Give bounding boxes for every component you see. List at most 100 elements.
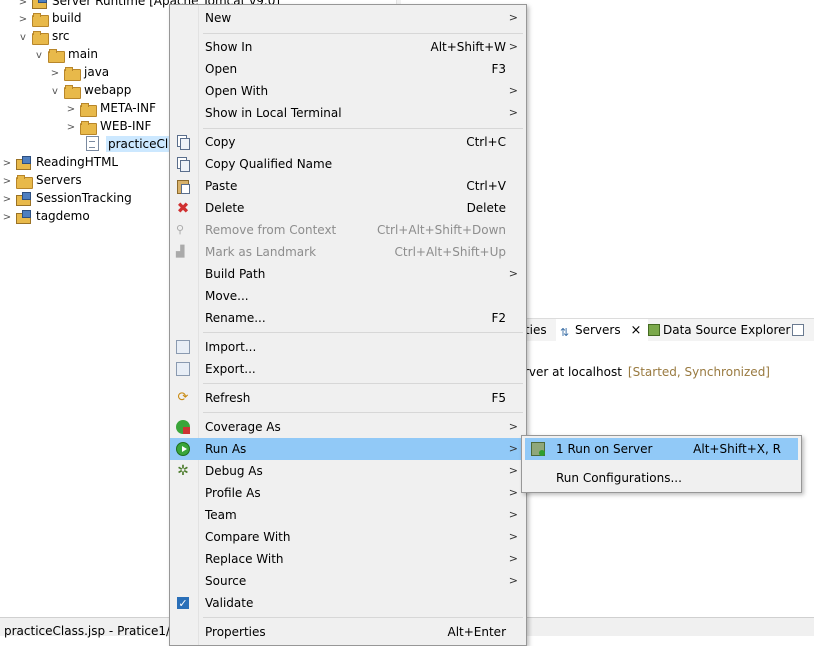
menu-item-shortcut: F3 [491,62,506,76]
server-entry[interactable]: rver at localhost [Started, Synchronized] [524,362,770,382]
menu-item-open[interactable]: Open F3 [170,58,526,80]
remove-from-context-icon: ⚲ [176,223,185,236]
menu-item-mark-as-landmark: ▟ Mark as Landmark Ctrl+Alt+Shift+Up [170,241,526,263]
tree-item-build[interactable]: > build [18,9,82,27]
snippets-icon [792,324,804,336]
chevron-right-icon: > [508,420,518,433]
menu-item-label: Run Configurations... [556,471,682,485]
menu-item-rename[interactable]: Rename... F2 [170,307,526,329]
menu-item-source[interactable]: Source > [170,570,526,592]
tab-label: Data Source Explorer [663,323,791,337]
tree-item-label: Servers [36,173,82,187]
menu-item-build-path[interactable]: Build Path > [170,263,526,285]
tree-item-web-inf[interactable]: > WEB-INF [66,117,151,135]
menu-item-label: Coverage As [205,420,281,434]
run-on-server-icon [531,442,545,456]
menu-item-label: Rename... [205,311,266,325]
chevron-right-icon[interactable]: > [2,209,12,227]
folder-icon [16,174,33,189]
menu-item-copy-qualified-name[interactable]: Copy Qualified Name [170,153,526,175]
tree-item-tagdemo[interactable]: > tagdemo [2,207,90,225]
close-icon[interactable]: × [630,323,641,338]
refresh-icon: ⟳ [177,390,189,405]
menu-item-label: Properties [205,625,266,639]
menu-item-label: Team [205,508,237,522]
menu-item-shortcut: Ctrl+V [466,179,506,193]
tree-item-src[interactable]: v src [18,27,70,45]
menu-separator [203,33,523,34]
tab-servers[interactable]: ⇅ Servers × [556,319,648,341]
menu-item-label: Run As [205,442,247,456]
chevron-right-icon: > [508,11,518,24]
menu-item-replace-with[interactable]: Replace With > [170,548,526,570]
tab-snippets[interactable] [792,319,810,341]
menu-item-paste[interactable]: Paste Ctrl+V [170,175,526,197]
chevron-down-icon[interactable]: v [34,47,44,65]
menu-item-coverage-as[interactable]: Coverage As > [170,416,526,438]
folder-open-icon [48,48,65,63]
menu-item-shortcut: Delete [466,201,506,215]
menu-item-label: Compare With [205,530,291,544]
tree-item-meta-inf[interactable]: > META-INF [66,99,156,117]
project-icon [16,192,32,206]
tree-item-servers[interactable]: > Servers [2,171,82,189]
menu-item-new[interactable]: New > [170,7,526,29]
chevron-right-icon: > [508,442,518,455]
menu-item-import[interactable]: Import... [170,336,526,358]
menu-item-run-configurations[interactable]: Run Configurations... [522,467,801,489]
menu-item-label: Validate [205,596,254,610]
folder-open-icon [64,84,81,99]
menu-item-label: Paste [205,179,238,193]
menu-item-move[interactable]: Move... [170,285,526,307]
tree-item-label: src [52,29,70,43]
menu-item-run-as[interactable]: Run As > [170,438,526,460]
servers-icon: ⇅ [560,326,570,339]
menu-item-export[interactable]: Export... [170,358,526,380]
menu-item-label: Move... [205,289,249,303]
coverage-icon [176,420,190,434]
menu-item-debug-as[interactable]: ✲ Debug As > [170,460,526,482]
menu-item-label: Debug As [205,464,263,478]
tree-item-label: ReadingHTML [36,155,119,169]
menu-item-shortcut: Alt+Enter [447,625,506,639]
menu-separator [203,412,523,413]
menu-item-show-in[interactable]: Show In Alt+Shift+W > [170,36,526,58]
chevron-right-icon: > [508,486,518,499]
tree-item-readinghtml[interactable]: > ReadingHTML [2,153,118,171]
chevron-down-icon[interactable]: v [18,29,28,47]
menu-item-label: Show in Local Terminal [205,106,342,120]
menu-item-properties[interactable]: Properties Alt+Enter [170,621,526,643]
menu-item-label: Open [205,62,238,76]
menu-item-open-with[interactable]: Open With > [170,80,526,102]
menu-item-run-on-server[interactable]: 1 Run on Server Alt+Shift+X, R [525,438,798,460]
project-icon [16,156,32,170]
tree-item-webapp[interactable]: v webapp [50,81,131,99]
menu-item-label: Open With [205,84,269,98]
menu-item-shortcut: Ctrl+Alt+Shift+Up [394,245,506,259]
folder-icon [64,66,81,81]
menu-item-copy[interactable]: Copy Ctrl+C [170,131,526,153]
copy-icon [176,135,190,150]
menu-item-shortcut: Alt+Shift+W [430,40,507,54]
paste-icon [176,179,190,194]
tree-item-main[interactable]: v main [34,45,98,63]
tab-data-source-explorer[interactable]: Data Source Explorer [648,319,798,341]
landmark-icon: ▟ [176,245,185,258]
menu-item-delete[interactable]: ✖ Delete Delete [170,197,526,219]
tree-item-sessiontracking[interactable]: > SessionTracking [2,189,132,207]
menu-item-shortcut: Ctrl+C [466,135,506,149]
menu-item-label: Source [205,574,247,588]
menu-item-team[interactable]: Team > [170,504,526,526]
tree-item-java[interactable]: > java [50,63,109,81]
menu-item-validate[interactable]: ✓ Validate [170,592,526,614]
menu-separator [203,128,523,129]
menu-item-label: Copy Qualified Name [205,157,333,171]
menu-item-profile-as[interactable]: Profile As > [170,482,526,504]
menu-item-compare-with[interactable]: Compare With > [170,526,526,548]
chevron-down-icon[interactable]: v [50,83,60,101]
menu-item-refresh[interactable]: ⟳ Refresh F5 [170,387,526,409]
project-icon [16,210,32,224]
tree-item-label: META-INF [100,101,157,115]
menu-item-show-in-local-terminal[interactable]: Show in Local Terminal > [170,102,526,124]
menu-separator [203,617,523,618]
